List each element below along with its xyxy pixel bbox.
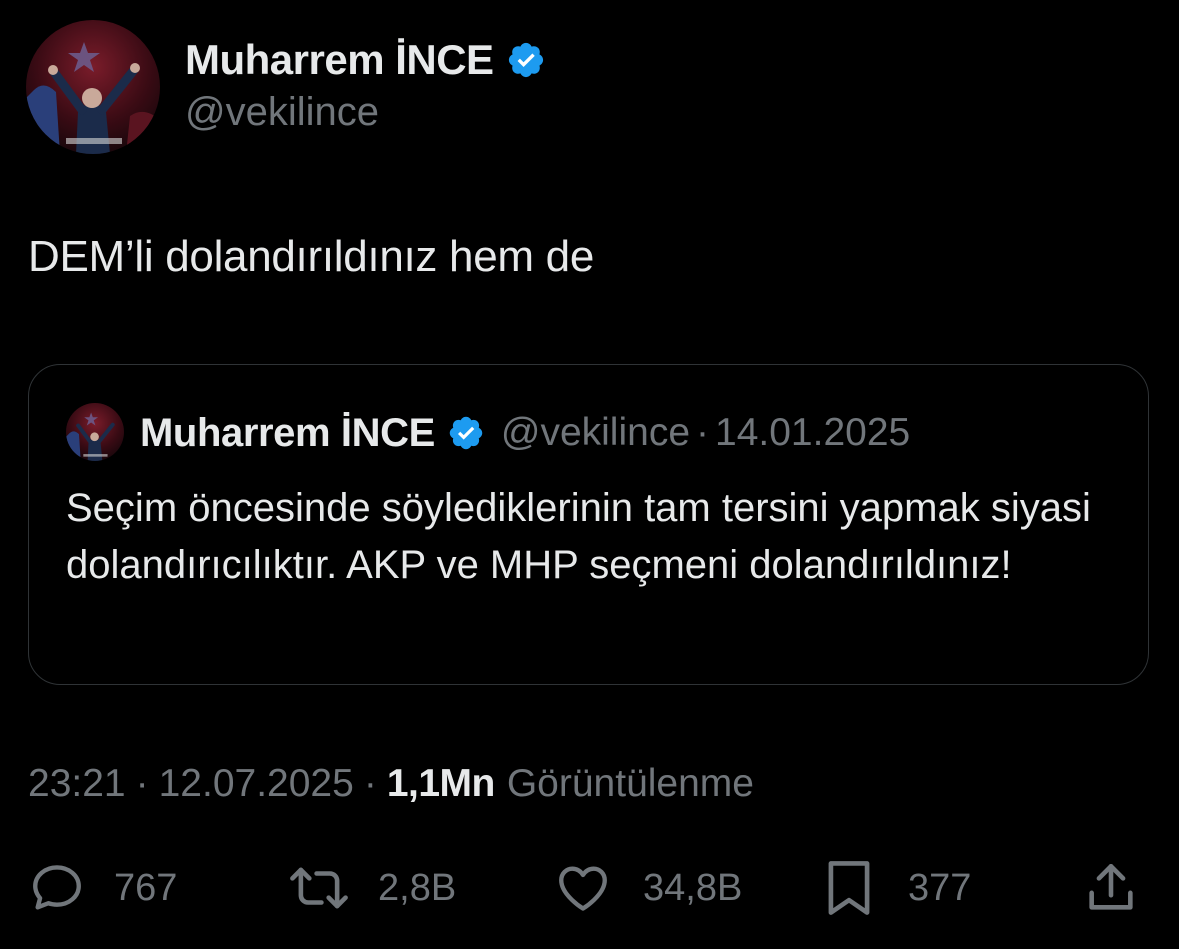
share-icon [1082,858,1140,918]
views-count: 1,1Mn [386,762,496,805]
repost-count: 2,8B [378,866,457,909]
bookmark-count: 377 [908,866,972,909]
separator-dot: · [696,411,710,454]
reply-button[interactable]: 767 [28,858,177,918]
tweet-meta: 23:21 · 12.07.2025 · 1,1Mn Görüntülenme [28,762,754,806]
bookmark-icon [822,857,876,919]
share-button[interactable] [1082,858,1140,918]
quoted-author-name[interactable]: Muharrem İNCE [140,411,435,456]
quoted-author-avatar[interactable] [66,403,124,461]
views-label: Görüntülenme [506,762,754,805]
tweet-date[interactable]: 12.07.2025 [159,762,354,806]
tweet-time[interactable]: 23:21 [28,762,126,806]
quoted-author-handle[interactable]: @vekilince [501,411,690,455]
author-name-row[interactable]: Muharrem İNCE [185,34,546,86]
repost-icon [286,859,352,917]
repost-button[interactable]: 2,8B [286,858,456,918]
quoted-tweet-text: Seçim öncesinde söylediklerinin tam ters… [66,486,1091,587]
author-avatar[interactable] [26,20,160,154]
separator-dot: · [363,762,377,805]
heart-icon [553,859,613,917]
verified-badge-icon [506,40,546,80]
quoted-tweet-date[interactable]: 14.01.2025 [715,411,910,455]
profile-photo [26,20,160,154]
author-handle[interactable]: @vekilince [185,90,379,135]
profile-photo [66,403,124,461]
verified-badge-icon [447,414,485,452]
bookmark-button[interactable]: 377 [822,858,971,918]
author-name[interactable]: Muharrem İNCE [185,36,494,84]
like-count: 34,8B [643,866,743,909]
reply-count: 767 [114,866,178,909]
tweet-text: DEM’li dolandırıldınız hem de [28,232,595,281]
quoted-tweet-header: Muharrem İNCE @vekilince · 14.01.2025 [140,406,910,460]
like-button[interactable]: 34,8B [553,858,742,918]
reply-icon [28,859,86,917]
separator-dot: · [135,762,149,805]
